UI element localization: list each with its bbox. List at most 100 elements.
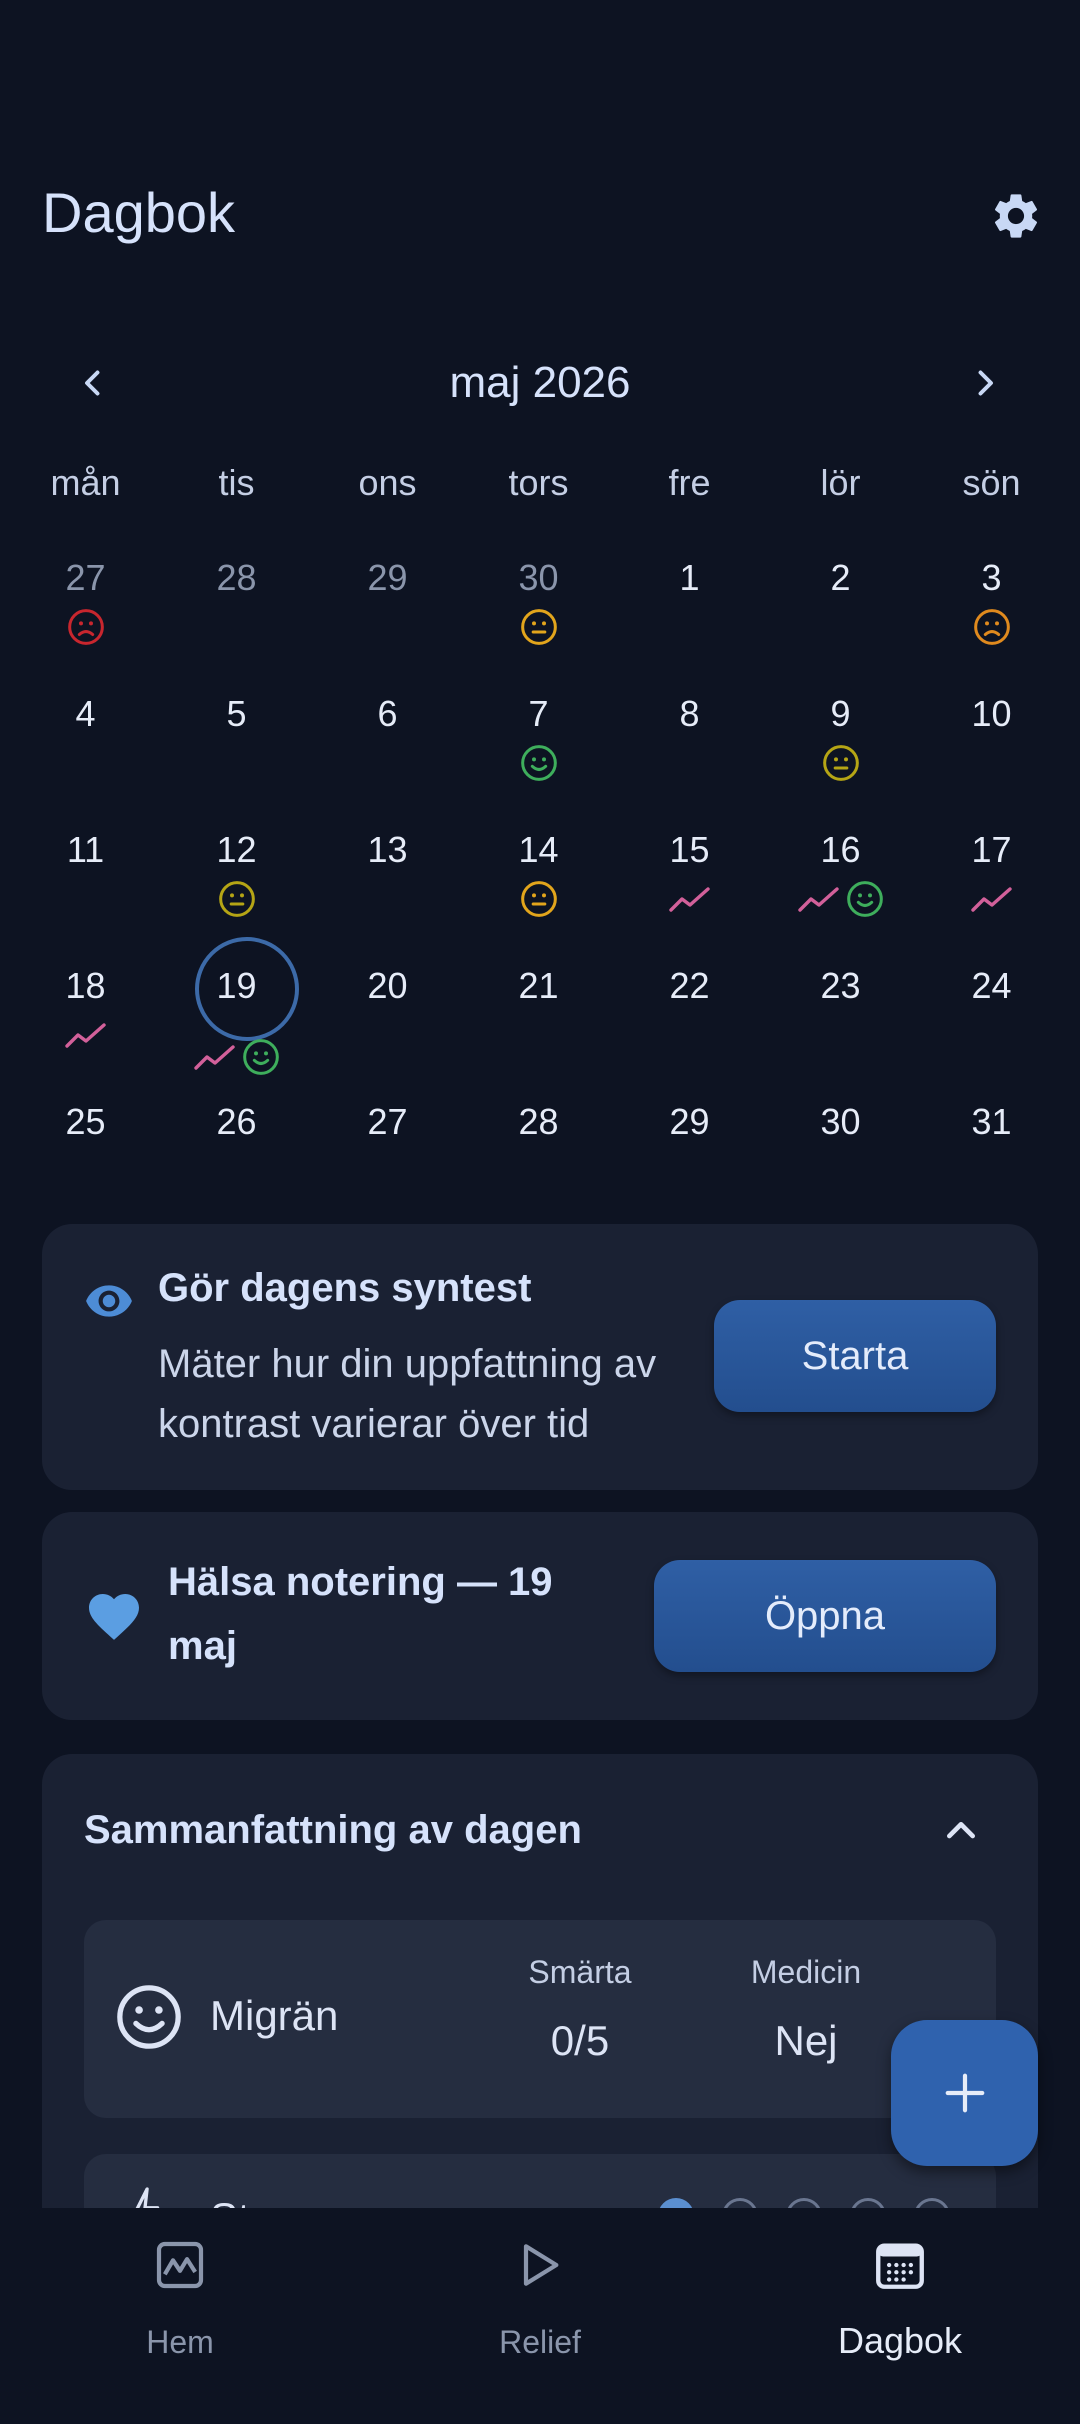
day-number: 29 — [669, 1101, 710, 1142]
calendar-day[interactable]: 22 — [614, 961, 765, 1091]
month-navigator: maj 2026 — [0, 350, 1080, 416]
day-number: 27 — [367, 1101, 408, 1142]
calendar-day[interactable]: 31 — [916, 1097, 1067, 1227]
day-number: 22 — [669, 965, 710, 1006]
synthesis-test-card: Gör dagens syntest Mäter hur din uppfatt… — [42, 1224, 1038, 1490]
day-number: 15 — [669, 829, 710, 870]
synthesis-description: Mäter hur din uppfattning av kontrast va… — [158, 1342, 657, 1446]
calendar-day[interactable]: 25 — [10, 1097, 161, 1227]
day-markers — [463, 877, 614, 921]
add-entry-button[interactable] — [891, 2020, 1038, 2166]
day-markers — [765, 741, 916, 785]
calendar-day[interactable]: 26 — [161, 1097, 312, 1227]
calendar-day[interactable]: 2 — [765, 553, 916, 683]
trend-line-icon — [970, 884, 1014, 914]
calendar-day[interactable]: 6 — [312, 689, 463, 819]
start-button[interactable]: Starta — [714, 1300, 996, 1412]
calendar-day[interactable]: 24 — [916, 961, 1067, 1091]
day-markers — [161, 877, 312, 921]
weekday-label: mån — [50, 462, 121, 503]
smiley-icon — [117, 1985, 181, 2049]
next-month-button[interactable] — [952, 350, 1018, 416]
day-number: 16 — [820, 829, 861, 870]
calendar-day[interactable]: 10 — [916, 689, 1067, 819]
calendar-day[interactable]: 18 — [10, 961, 161, 1091]
calendar-day[interactable]: 11 — [10, 825, 161, 955]
neutral-face-icon — [519, 607, 559, 647]
day-number: 26 — [216, 1101, 257, 1142]
weekday-label: tis — [218, 462, 255, 503]
weekday-label: lör — [820, 462, 861, 503]
calendar-icon — [876, 2243, 924, 2289]
calendar-day[interactable]: 29 — [312, 553, 463, 683]
sad-face-icon — [972, 607, 1012, 647]
calendar-day[interactable]: 5 — [161, 689, 312, 819]
neutral-face-icon — [821, 743, 861, 783]
calendar-day[interactable]: 28 — [463, 1097, 614, 1227]
day-number: 17 — [971, 829, 1012, 870]
eye-icon — [86, 1285, 132, 1317]
weekday-label: ons — [358, 462, 417, 503]
day-markers — [614, 877, 765, 921]
calendar-day[interactable]: 3 — [916, 553, 1067, 683]
day-number: 18 — [65, 965, 106, 1006]
calendar-day[interactable]: 7 — [463, 689, 614, 819]
calendar-day[interactable]: 20 — [312, 961, 463, 1091]
day-number: 20 — [367, 965, 408, 1006]
calendar-day[interactable]: 19 — [161, 937, 312, 1091]
calendar-day[interactable]: 21 — [463, 961, 614, 1091]
day-number: 1 — [679, 557, 700, 598]
collapse-button[interactable] — [928, 1798, 994, 1864]
day-number: 19 — [216, 965, 257, 1006]
day-markers — [10, 605, 161, 649]
plus-icon — [945, 2073, 984, 2113]
day-number: 4 — [75, 693, 96, 734]
page-title: Dagbok — [42, 181, 236, 244]
calendar-day[interactable]: 4 — [10, 689, 161, 819]
calendar-day[interactable]: 17 — [916, 825, 1067, 955]
calendar-day[interactable]: 9 — [765, 689, 916, 819]
calendar-day[interactable]: 27 — [10, 553, 161, 683]
open-button[interactable]: Öppna — [654, 1560, 996, 1672]
calendar-day[interactable]: 12 — [161, 825, 312, 955]
calendar-day[interactable]: 29 — [614, 1097, 765, 1227]
calendar-day[interactable]: 1 — [614, 553, 765, 683]
calendar-day[interactable]: 23 — [765, 961, 916, 1091]
calendar-day[interactable]: 8 — [614, 689, 765, 819]
health-note-card: Hälsa notering — 19 maj Öppna — [42, 1512, 1038, 1720]
day-number: 14 — [518, 829, 559, 870]
calendar-day[interactable]: 30 — [463, 553, 614, 683]
day-number: 21 — [518, 965, 559, 1006]
calendar-day[interactable]: 13 — [312, 825, 463, 955]
medicine-column: Medicin Nej — [706, 1954, 906, 2065]
weekday-header: mån tis ons tors fre lör sön — [0, 462, 1080, 512]
neutral-face-icon — [217, 879, 257, 919]
day-markers — [463, 741, 614, 785]
calendar-day[interactable]: 16 — [765, 825, 916, 955]
calendar-day[interactable]: 14 — [463, 825, 614, 955]
nav-item-relief[interactable]: Relief — [390, 2230, 690, 2380]
calendar-day[interactable]: 15 — [614, 825, 765, 955]
calendar-day[interactable]: 28 — [161, 553, 312, 683]
heart-icon — [89, 1594, 139, 1640]
day-number: 31 — [971, 1101, 1012, 1142]
day-number: 24 — [971, 965, 1012, 1006]
day-number: 5 — [226, 693, 247, 734]
day-number: 13 — [367, 829, 408, 870]
calendar-day[interactable]: 27 — [312, 1097, 463, 1227]
calendar-day[interactable]: 30 — [765, 1097, 916, 1227]
migraine-entry[interactable]: Migrän Smärta 0/5 Medicin Nej — [84, 1920, 996, 2118]
settings-button[interactable] — [986, 186, 1046, 246]
nav-label: Hem — [146, 2324, 214, 2360]
day-number: 12 — [216, 829, 257, 870]
trend-line-icon — [668, 884, 712, 914]
nav-item-hem[interactable]: Hem — [30, 2230, 330, 2380]
medicine-value: Nej — [774, 2017, 838, 2064]
pain-value: 0/5 — [550, 2017, 610, 2064]
day-number: 30 — [820, 1101, 861, 1142]
nav-item-dagbok[interactable]: Dagbok — [750, 2230, 1050, 2380]
neutral-face-icon — [519, 879, 559, 919]
day-number: 28 — [216, 557, 257, 598]
day-markers — [463, 605, 614, 649]
synthesis-title: Gör dagens syntest — [158, 1266, 532, 1310]
